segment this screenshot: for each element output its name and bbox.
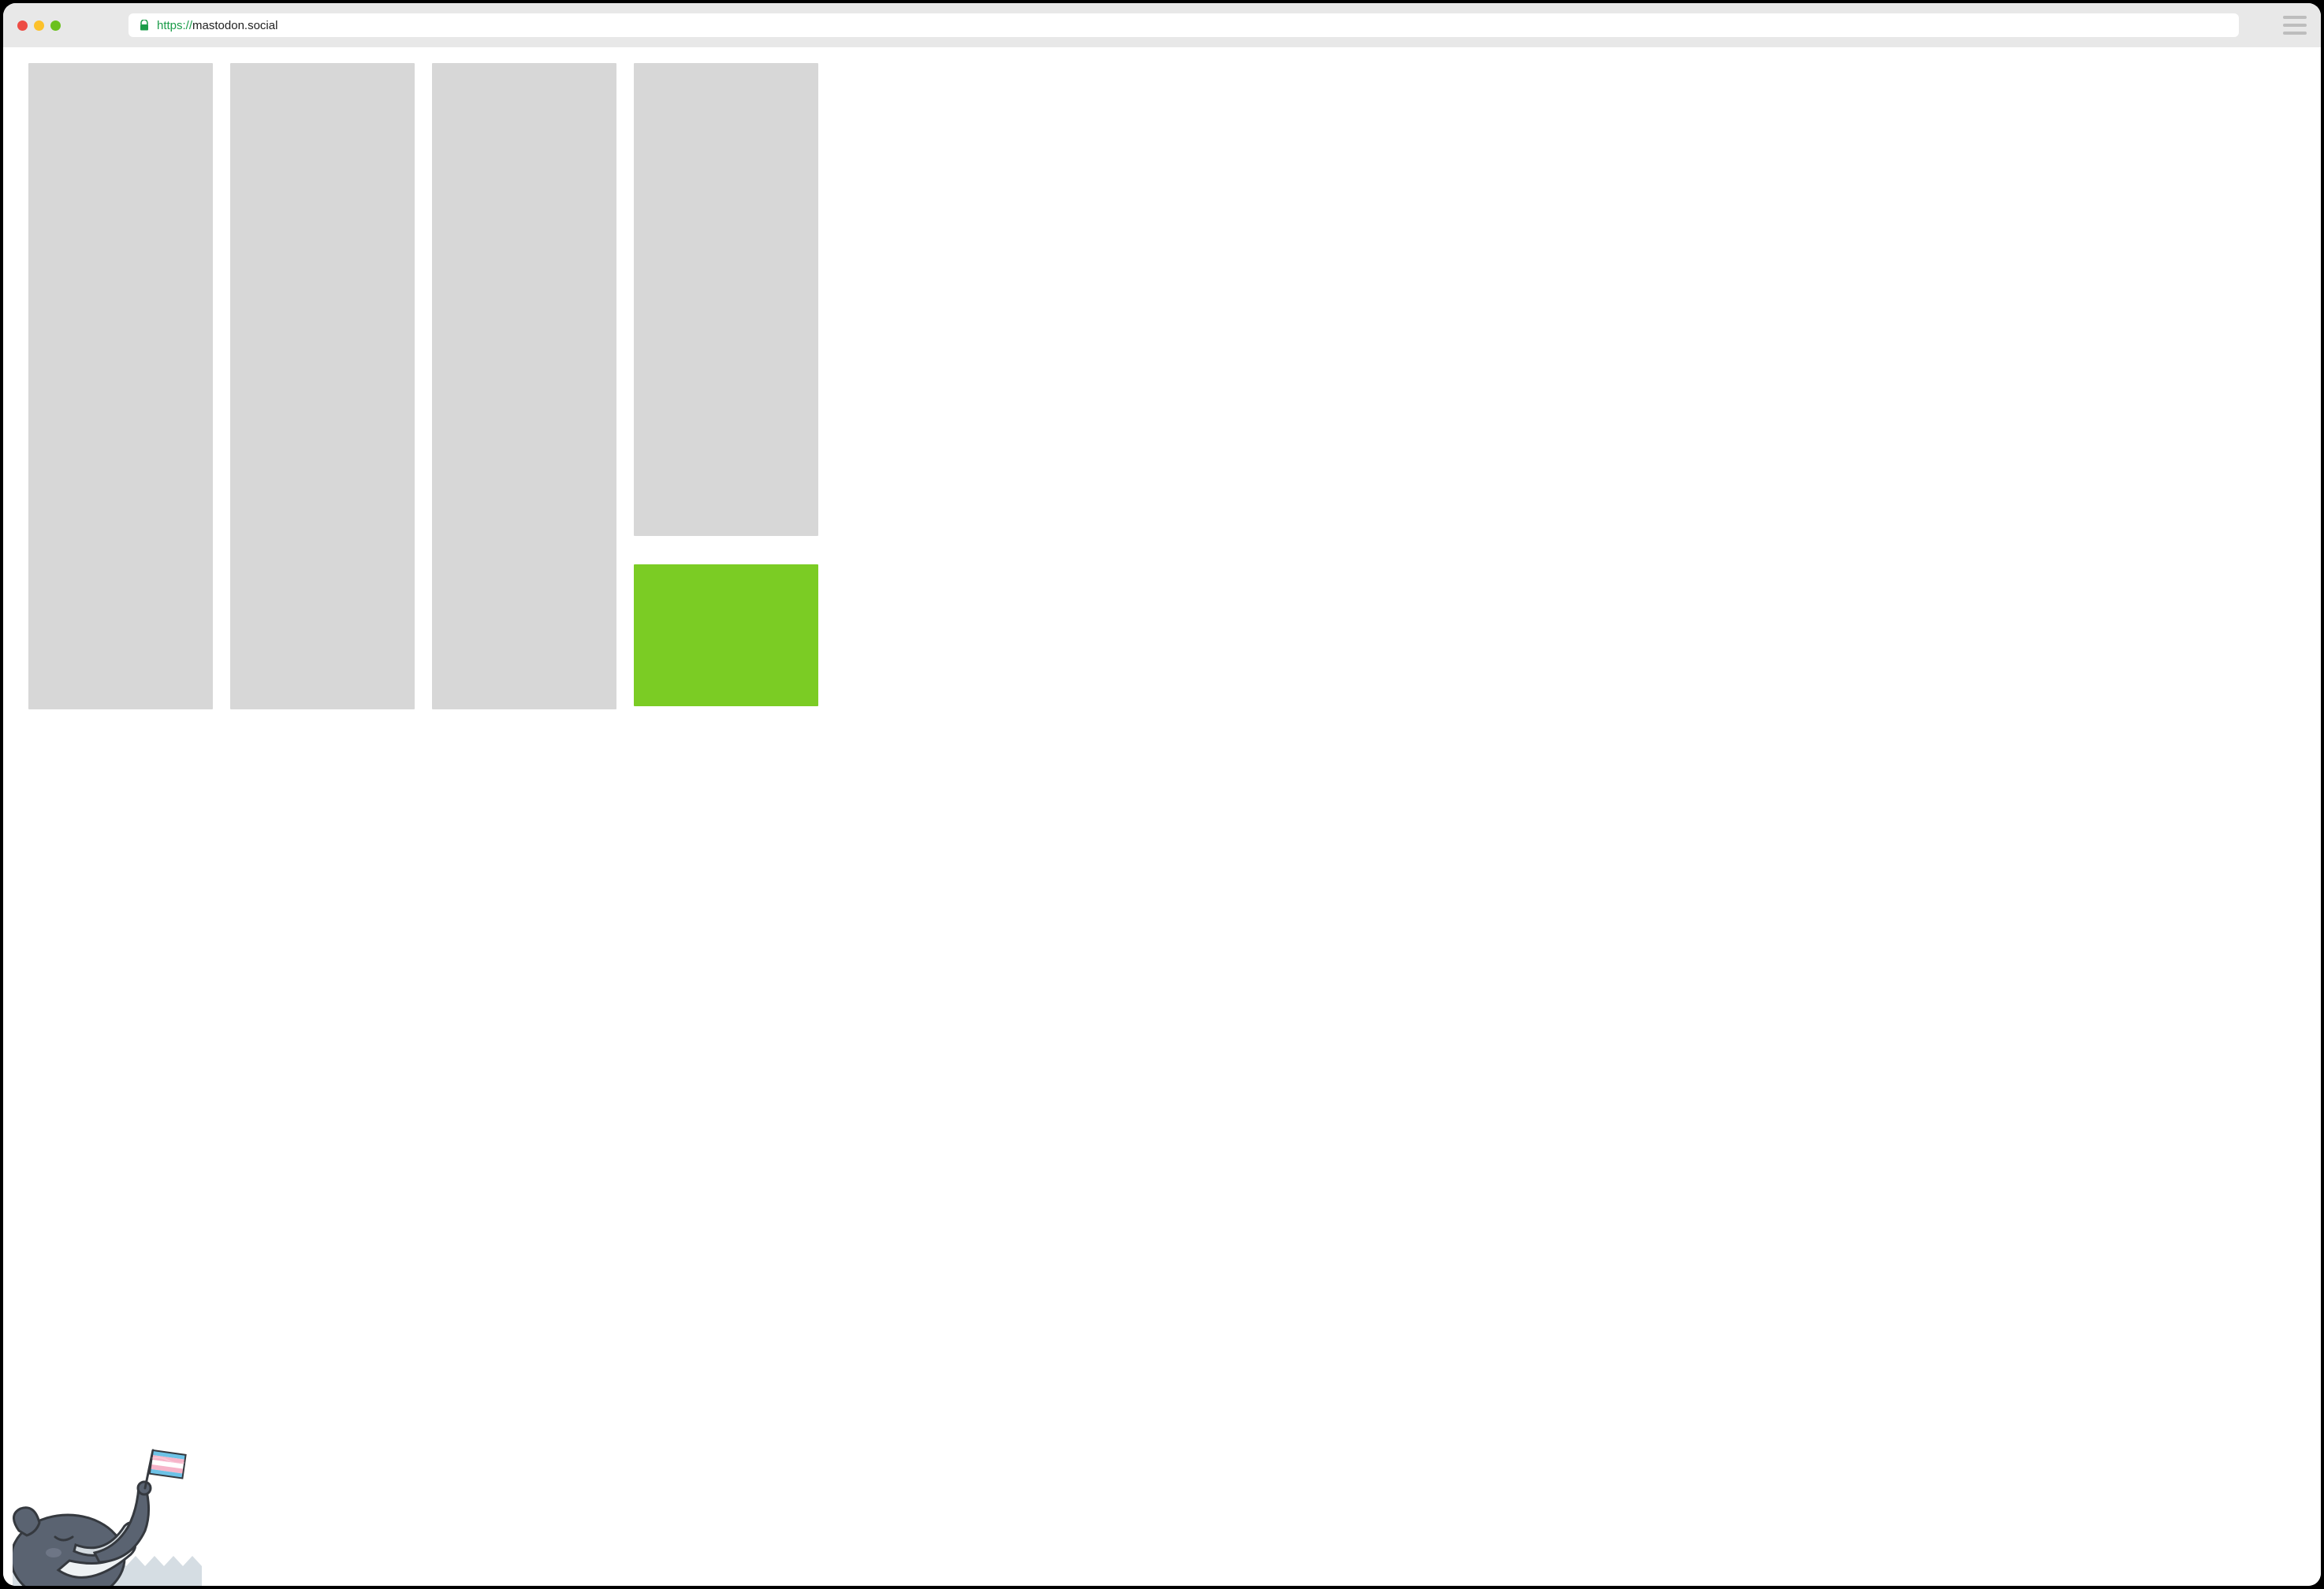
mascot-blush xyxy=(46,1548,61,1557)
column-1-panel xyxy=(28,63,213,709)
column-4-panel-top xyxy=(634,63,818,536)
column-4-panel-accent xyxy=(634,564,818,706)
mascot-ear xyxy=(13,1508,39,1535)
column-4 xyxy=(634,63,818,709)
window-minimize-button[interactable] xyxy=(34,20,44,31)
url-protocol: https:// xyxy=(157,19,192,32)
column-2-panel xyxy=(230,63,415,709)
window-close-button[interactable] xyxy=(17,20,28,31)
page-viewport xyxy=(3,47,2321,1586)
browser-chrome-bar: https://mastodon.social xyxy=(3,3,2321,47)
column-1 xyxy=(28,63,213,709)
transgender-flag-icon xyxy=(150,1450,186,1479)
mastodon-mascot xyxy=(13,1444,218,1586)
hamburger-menu-icon[interactable] xyxy=(2283,16,2307,35)
url-bar[interactable]: https://mastodon.social xyxy=(128,13,2239,37)
window-maximize-button[interactable] xyxy=(50,20,61,31)
column-2 xyxy=(230,63,415,709)
column-3 xyxy=(432,63,616,709)
column-container xyxy=(28,63,2321,709)
lock-icon xyxy=(140,20,149,31)
column-3-panel xyxy=(432,63,616,709)
browser-window: https://mastodon.social xyxy=(3,3,2321,1586)
url-text: https://mastodon.social xyxy=(157,19,277,32)
url-host: mastodon.social xyxy=(192,19,277,32)
traffic-lights xyxy=(17,20,61,31)
